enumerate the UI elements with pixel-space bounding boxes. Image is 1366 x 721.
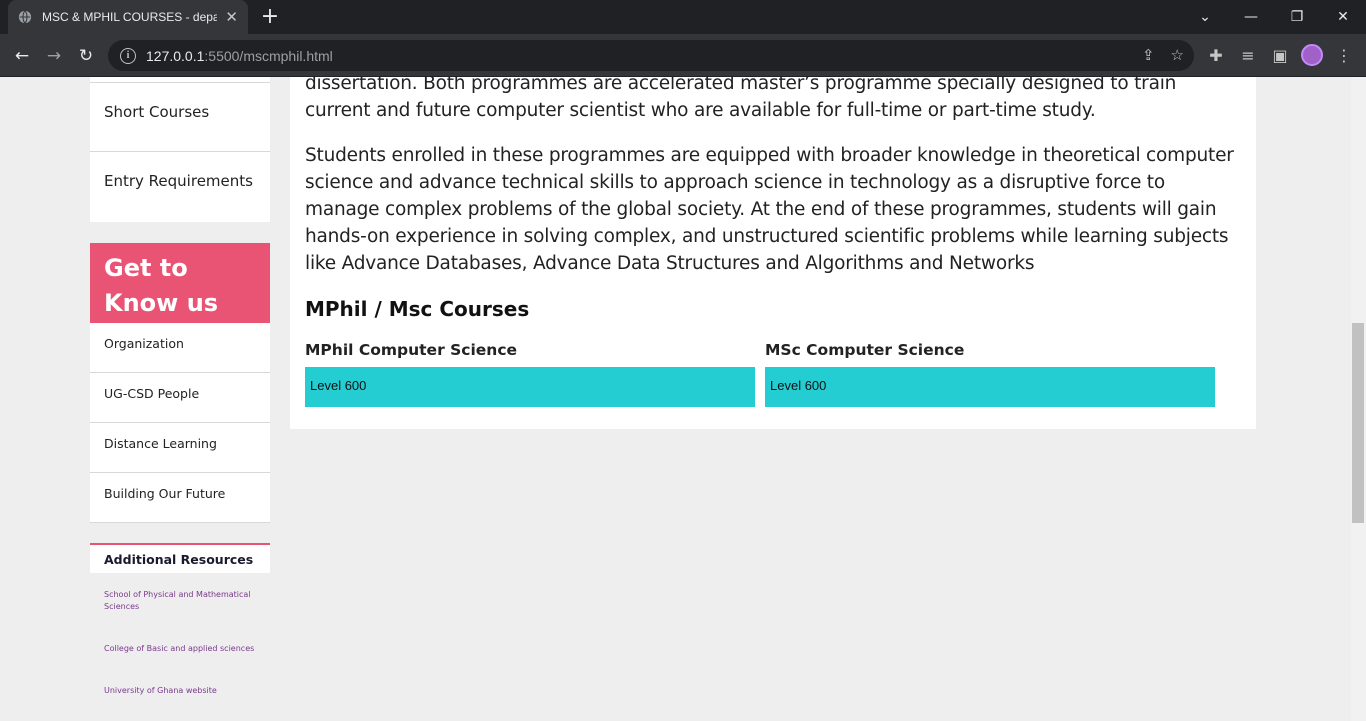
browser-tab-bar: MSC & MPHIL COURSES - depar ✕ + ⌄ — ❐ ✕ — [0, 0, 1366, 34]
share-icon[interactable]: ⇪ — [1142, 46, 1155, 64]
browser-toolbar: ← → ↻ i 127.0.0.1:5500/mscmphil.html ⇪ ☆… — [0, 34, 1366, 77]
programme-description: Students enrolled in these programmes ar… — [305, 145, 1234, 274]
back-icon[interactable]: ← — [8, 42, 36, 70]
course-column-mphil: MPhil Computer Science Level 600 — [305, 341, 755, 407]
close-window-icon[interactable]: ✕ — [1320, 0, 1366, 34]
site-info-icon[interactable]: i — [120, 47, 136, 64]
sidebar-item-ug-csd-people[interactable]: UG-CSD People — [90, 373, 270, 423]
address-bar[interactable]: i 127.0.0.1:5500/mscmphil.html ⇪ ☆ — [108, 40, 1194, 71]
sidebar-menu: Short Courses Entry Requirements — [90, 77, 270, 222]
side-panel-icon[interactable]: ▣ — [1269, 46, 1291, 65]
globe-icon — [18, 10, 32, 24]
restore-icon[interactable]: ❐ — [1274, 0, 1320, 34]
url-text[interactable]: 127.0.0.1:5500/mscmphil.html — [146, 48, 333, 64]
course-level-button[interactable]: Level 600 — [765, 367, 1215, 407]
extensions-icon[interactable]: ✚ — [1205, 46, 1227, 65]
profile-avatar[interactable] — [1301, 44, 1323, 66]
sidebar-item-organization[interactable]: Organization — [90, 323, 270, 373]
course-column-msc: MSc Computer Science Level 600 — [765, 341, 1215, 407]
url-host: 127.0.0.1 — [146, 47, 205, 64]
bookmark-star-icon[interactable]: ☆ — [1171, 46, 1184, 64]
new-tab-button[interactable]: + — [258, 5, 282, 29]
resource-link-ug-website[interactable]: University of Ghana website — [90, 685, 270, 697]
sidebar-item-distance-learning[interactable]: Distance Learning — [90, 423, 270, 473]
minimize-icon[interactable]: — — [1228, 0, 1274, 34]
media-queue-icon[interactable]: ≡ — [1237, 46, 1259, 65]
menu-kebab-icon[interactable]: ⋮ — [1333, 46, 1355, 65]
additional-resources: Additional Resources School of Physical … — [90, 543, 270, 697]
course-name: MPhil Computer Science — [305, 341, 518, 359]
get-to-know-panel: Get to Know us Organization UG-CSD Peopl… — [90, 243, 270, 523]
intro-paragraph: dissertation. Both programmes are accele… — [305, 77, 1177, 121]
resource-link-spms[interactable]: School of Physical and Mathematical Scie… — [90, 589, 270, 613]
course-name: MSc Computer Science — [765, 341, 965, 359]
main-content-card: dissertation. Both programmes are accele… — [290, 77, 1256, 429]
sidebar-item-entry-requirements[interactable]: Entry Requirements — [90, 152, 270, 222]
course-level-button[interactable]: Level 600 — [305, 367, 755, 407]
get-to-know-heading: Get to Know us — [90, 243, 270, 323]
courses-section-title: MPhil / Msc Courses — [305, 297, 530, 321]
forward-icon[interactable]: → — [40, 42, 68, 70]
tab-close-icon[interactable]: ✕ — [225, 8, 238, 26]
page-viewport: Short Courses Entry Requirements Get to … — [0, 77, 1351, 721]
browser-tab[interactable]: MSC & MPHIL COURSES - depar ✕ — [8, 0, 248, 34]
reload-icon[interactable]: ↻ — [72, 42, 100, 70]
sidebar-item-building-our-future[interactable]: Building Our Future — [90, 473, 270, 523]
scrollbar-thumb[interactable] — [1352, 323, 1364, 523]
resources-heading: Additional Resources — [90, 543, 270, 573]
sidebar-item-short-courses[interactable]: Short Courses — [90, 82, 270, 152]
tab-search-icon[interactable]: ⌄ — [1182, 0, 1228, 34]
resource-link-cbas[interactable]: College of Basic and applied sciences — [90, 643, 270, 655]
url-path: :5500/mscmphil.html — [204, 47, 333, 64]
tab-title: MSC & MPHIL COURSES - depar — [42, 10, 218, 24]
